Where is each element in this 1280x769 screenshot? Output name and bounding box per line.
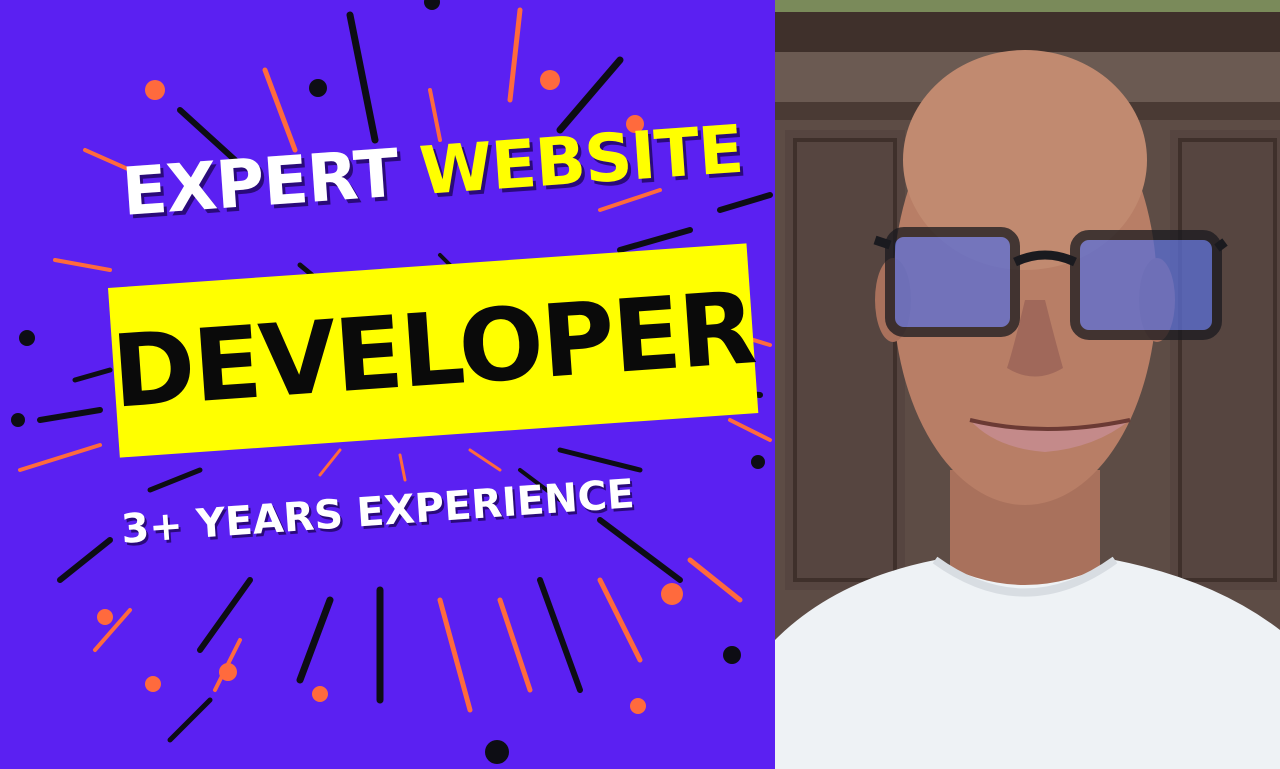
portrait-illustration [775, 0, 1280, 769]
banner-text: DEVELOPER [108, 269, 758, 431]
promo-panel: EXPERT WEBSITE DEVELOPER 3+ YEARS EXPERI… [0, 0, 775, 769]
thumbnail-stage: EXPERT WEBSITE DEVELOPER 3+ YEARS EXPERI… [0, 0, 1280, 769]
portrait-photo [775, 0, 1280, 769]
